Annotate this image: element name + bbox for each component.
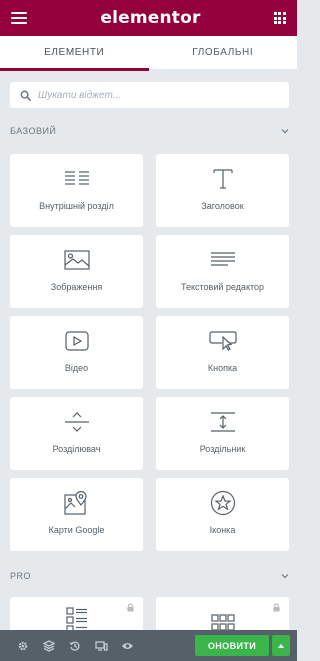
widget-heading[interactable]: Заголовок (156, 154, 289, 227)
divider-icon (64, 408, 90, 436)
tab-elements[interactable]: ЕЛЕМЕНТИ (0, 36, 149, 71)
widget-inner-section[interactable]: Внутрішній розділ (10, 154, 143, 227)
spacer-icon (210, 408, 236, 436)
widget-label: Кнопка (207, 363, 238, 373)
section-basic-title: БАЗОВИЙ (10, 126, 57, 136)
widget-label: Зображення (50, 282, 103, 292)
caret-up-icon (278, 643, 284, 648)
widget-label: Карти Google (48, 525, 105, 535)
editor-header: elementor (0, 0, 297, 36)
star-icon (210, 489, 236, 517)
navigator-icon[interactable] (36, 630, 62, 661)
update-button[interactable]: ОНОВИТИ (195, 635, 269, 656)
settings-icon[interactable] (10, 630, 36, 661)
chevron-down-icon (281, 574, 289, 579)
video-icon (64, 327, 89, 355)
section-basic[interactable]: БАЗОВИЙ (10, 121, 289, 141)
widget-google-maps[interactable]: Карти Google (10, 478, 143, 551)
elementor-logo: elementor (100, 8, 201, 28)
widget-button[interactable]: Кнопка (156, 316, 289, 389)
widget-image[interactable]: Зображення (10, 235, 143, 308)
widget-label: Роздільник (199, 444, 246, 454)
panel-tabs: ЕЛЕМЕНТИ ГЛОБАЛЬНІ (0, 36, 297, 71)
widget-label: Внутрішній розділ (39, 201, 114, 211)
heading-icon (212, 165, 234, 193)
history-icon[interactable] (62, 630, 88, 661)
responsive-icon[interactable] (88, 630, 114, 661)
widget-spacer[interactable]: Роздільник (156, 397, 289, 470)
widget-divider[interactable]: Розділювач (10, 397, 143, 470)
section-pro[interactable]: PRO (10, 566, 289, 586)
inner-section-icon (64, 165, 90, 193)
widget-label: Заголовок (201, 201, 244, 211)
menu-icon[interactable] (11, 12, 27, 24)
tab-global[interactable]: ГЛОБАЛЬНІ (148, 36, 297, 71)
widget-label: Відео (64, 363, 89, 373)
search-icon (20, 90, 31, 101)
widget-label: Текстовий редактор (180, 282, 265, 292)
text-editor-icon (210, 246, 236, 274)
widget-icon[interactable]: Іконка (156, 478, 289, 551)
widget-text-editor[interactable]: Текстовий редактор (156, 235, 289, 308)
chevron-down-icon (281, 129, 289, 134)
google-maps-icon (63, 489, 90, 517)
widget-label: Розділювач (52, 444, 101, 454)
button-icon (208, 327, 237, 355)
search-input[interactable] (38, 89, 258, 101)
image-icon (63, 246, 90, 274)
posts-icon (65, 605, 88, 633)
widget-label: Іконка (209, 525, 236, 535)
search-box (10, 82, 289, 108)
widgets-grid-icon[interactable] (273, 12, 286, 24)
preview-icon[interactable] (114, 630, 140, 661)
section-pro-title: PRO (10, 571, 32, 581)
lock-icon (127, 603, 134, 612)
editor-footer: ОНОВИТИ (0, 630, 297, 661)
update-options-button[interactable] (272, 635, 290, 656)
widget-video[interactable]: Відео (10, 316, 143, 389)
lock-icon (273, 603, 280, 612)
